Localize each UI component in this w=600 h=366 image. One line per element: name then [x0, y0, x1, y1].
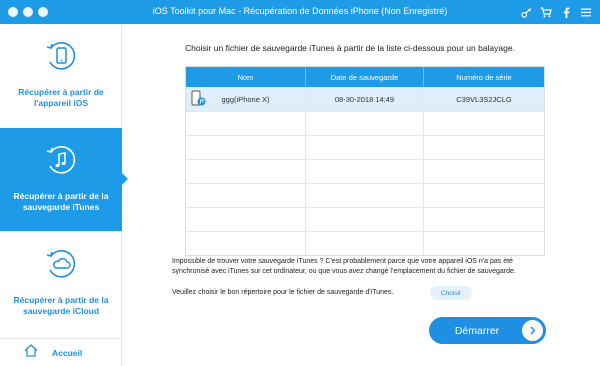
itunes-restore-icon	[43, 142, 79, 183]
app-window: iOS Toolkit pour Mac - Récupération de D…	[0, 0, 600, 366]
table-row[interactable]: ggg(iPhone X) 08-30-2018 14:49 C39VL3S2J…	[186, 87, 544, 111]
title-icons	[520, 4, 592, 20]
sidebar-item-ios-device[interactable]: Récupérer à partir de l'appareil iOS	[0, 24, 122, 127]
instruction-text: Choisir un fichier de sauvegarde iTunes …	[185, 43, 515, 53]
backup-name: ggg(iPhone X)	[221, 94, 270, 104]
backup-date: 08-30-2018 14:49	[306, 87, 424, 111]
main-panel: Choisir un fichier de sauvegarde iTunes …	[122, 24, 600, 366]
key-icon[interactable]	[520, 5, 532, 19]
sidebar-item-itunes-backup[interactable]: Récupérer à partir de la sauvegarde iTun…	[0, 128, 128, 231]
sidebar-item-label: Récupérer à partir de l'appareil iOS	[18, 87, 104, 108]
device-restore-icon	[43, 38, 79, 79]
sidebar-item-icloud-backup[interactable]: Récupérer à partir de la sauvegarde iClo…	[0, 232, 122, 336]
sidebar-item-label: Récupérer à partir de la sauvegarde iClo…	[13, 295, 109, 316]
table-header: Nom Date de sauvegarde Numéro de série	[186, 67, 544, 87]
home-icon	[24, 343, 38, 362]
column-header-serial: Numéro de série	[456, 72, 512, 82]
name-cell: ggg(iPhone X)	[186, 87, 306, 111]
backup-serial: C39VL3S2JCLG	[456, 94, 512, 104]
sidebar-item-label: Récupérer à partir de la sauvegarde iTun…	[13, 191, 109, 212]
start-button[interactable]: Démarrer	[429, 317, 546, 344]
empty-table-row	[186, 159, 544, 183]
column-header-date: Date de sauvegarde	[306, 67, 424, 87]
facebook-icon[interactable]	[560, 5, 572, 19]
chevron-right-icon	[522, 320, 543, 341]
cart-icon[interactable]	[540, 5, 552, 19]
icloud-restore-icon	[43, 246, 79, 287]
sidebar: Récupérer à partir de l'appareil iOS Réc…	[0, 24, 128, 366]
menu-icon[interactable]	[580, 5, 592, 19]
home-button[interactable]: Accueil	[0, 338, 122, 366]
column-header-name: Nom	[186, 67, 306, 87]
empty-table-row	[186, 183, 544, 207]
start-label: Démarrer	[454, 324, 500, 337]
choose-prompt: Veuillez choisir le bon répertoire pour …	[172, 289, 394, 296]
window-title: iOS Toolkit pour Mac - Récupération de D…	[152, 6, 448, 16]
backup-table: Nom Date de sauvegarde Numéro de série g…	[185, 66, 545, 256]
info-text: Impossible de trouver votre sauvegarde i…	[172, 258, 516, 275]
choose-button[interactable]: Choisir	[430, 286, 472, 300]
iphone-backup-icon	[191, 90, 206, 109]
empty-table-row	[186, 111, 544, 135]
home-label: Accueil	[52, 347, 83, 358]
title-bar: iOS Toolkit pour Mac - Récupération de D…	[0, 0, 600, 24]
empty-table-row	[186, 207, 544, 231]
empty-table-row	[186, 135, 544, 159]
empty-table-row	[186, 231, 544, 255]
